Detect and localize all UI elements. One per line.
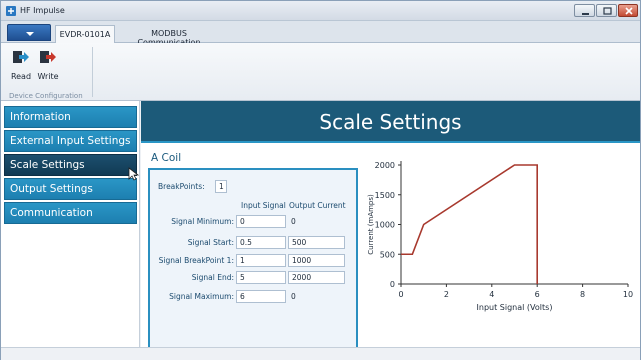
read-arrow-icon <box>13 51 29 63</box>
chart-x-axis-label: Input Signal (Volts) <box>477 303 553 312</box>
read-label: Read <box>10 72 32 81</box>
sidebar-item-scale-settings[interactable]: Scale Settings <box>4 154 137 176</box>
ribbon-group-label: Device Configuration <box>9 92 83 100</box>
signal-maximum-label: Signal Maximum: <box>169 292 234 301</box>
close-icon <box>625 7 633 15</box>
breakpoints-field[interactable]: 1 <box>215 180 227 193</box>
signal-start-output[interactable]: 500 <box>288 236 345 249</box>
signal-start-input[interactable]: 0.5 <box>236 236 286 249</box>
scale-chart: 0 2 4 6 8 10 0 500 1000 1500 2000 Input Signal (Vo… <box>367 161 633 312</box>
signal-breakpoint-1-input[interactable]: 1 <box>236 254 286 267</box>
write-label: Write <box>37 72 59 81</box>
chart-x-tick-label: 8 <box>580 290 585 299</box>
tab-device[interactable]: EVDR-0101A <box>55 25 115 43</box>
scale-settings-panel: BreakPoints: 1 Input Signal Output Curre… <box>148 168 358 347</box>
chart-y-tick-label: 1500 <box>375 191 395 200</box>
chart-series-line <box>401 164 538 284</box>
read-button[interactable]: Read <box>9 48 33 84</box>
sidebar-item-external-input-settings[interactable]: External Input Settings <box>4 130 137 152</box>
chart-y-axis-label: Current (mAmps) <box>367 194 375 255</box>
signal-minimum-input[interactable]: 0 <box>236 215 286 228</box>
tab-modbus-communication[interactable]: MODBUS Communication <box>119 25 219 47</box>
dropdown-arrow-icon <box>26 32 34 36</box>
signal-breakpoint-1-label: Signal BreakPoint 1: <box>158 256 234 265</box>
write-button[interactable]: Write <box>36 48 60 84</box>
application-menu-button[interactable] <box>7 24 51 41</box>
maximize-icon <box>603 7 612 15</box>
panel-title: A Coil <box>151 152 182 164</box>
mouse-cursor-icon <box>128 167 140 181</box>
ribbon-tab-row: EVDR-0101A MODBUS Communication <box>1 21 640 47</box>
signal-maximum-output: 0 <box>291 292 296 301</box>
signal-end-label: Signal End: <box>191 273 234 282</box>
chart-axes: 0 2 4 6 8 10 0 500 1000 1500 2000 <box>375 161 633 299</box>
chart-y-tick-label: 500 <box>380 250 395 259</box>
window-title: HF Impulse <box>20 6 65 15</box>
chart-x-tick-label: 10 <box>623 290 633 299</box>
chart-x-tick-label: 4 <box>489 290 494 299</box>
breakpoints-label: BreakPoints: <box>158 182 205 191</box>
chart-y-tick-label: 1000 <box>375 221 395 230</box>
sidebar-item-communication[interactable]: Communication <box>4 202 137 224</box>
app-window: HF Impulse EVDR-0101A MODBUS Communicati… <box>0 0 641 360</box>
ribbon-separator <box>92 47 93 97</box>
chart-x-tick-label: 2 <box>444 290 449 299</box>
header-underline <box>141 141 640 143</box>
page-header: Scale Settings <box>141 101 640 141</box>
page-title: Scale Settings <box>319 110 462 134</box>
chart-marks <box>401 164 538 284</box>
signal-breakpoint-1-output[interactable]: 1000 <box>288 254 345 267</box>
signal-end-input[interactable]: 5 <box>236 271 286 284</box>
sidebar: Information External Input Settings Scal… <box>1 101 140 347</box>
write-arrow-icon <box>40 51 56 63</box>
output-current-header: Output Current <box>289 201 346 210</box>
signal-maximum-input[interactable]: 6 <box>236 290 286 303</box>
sidebar-item-output-settings[interactable]: Output Settings <box>4 178 137 200</box>
status-bar <box>1 347 640 360</box>
app-icon <box>6 6 16 16</box>
close-button[interactable] <box>618 4 638 17</box>
signal-start-label: Signal Start: <box>187 238 234 247</box>
input-signal-header: Input Signal <box>241 201 286 210</box>
chart-x-tick-label: 0 <box>398 290 403 299</box>
minimize-icon <box>582 13 589 15</box>
minimize-button[interactable] <box>574 4 595 17</box>
chart-y-tick-label: 0 <box>390 280 395 289</box>
chart-x-tick-label: 6 <box>535 290 540 299</box>
ribbon: Read Write Device Configuration <box>1 43 640 101</box>
title-bar: HF Impulse <box>1 1 640 21</box>
signal-minimum-output: 0 <box>291 217 296 226</box>
signal-minimum-label: Signal Minimum: <box>171 217 234 226</box>
maximize-button[interactable] <box>596 4 617 17</box>
sidebar-item-information[interactable]: Information <box>4 106 137 128</box>
signal-end-output[interactable]: 2000 <box>288 271 345 284</box>
main-content: Scale Settings A Coil BreakPoints: 1 Inp… <box>141 101 640 347</box>
chart-y-tick-label: 2000 <box>375 161 395 170</box>
